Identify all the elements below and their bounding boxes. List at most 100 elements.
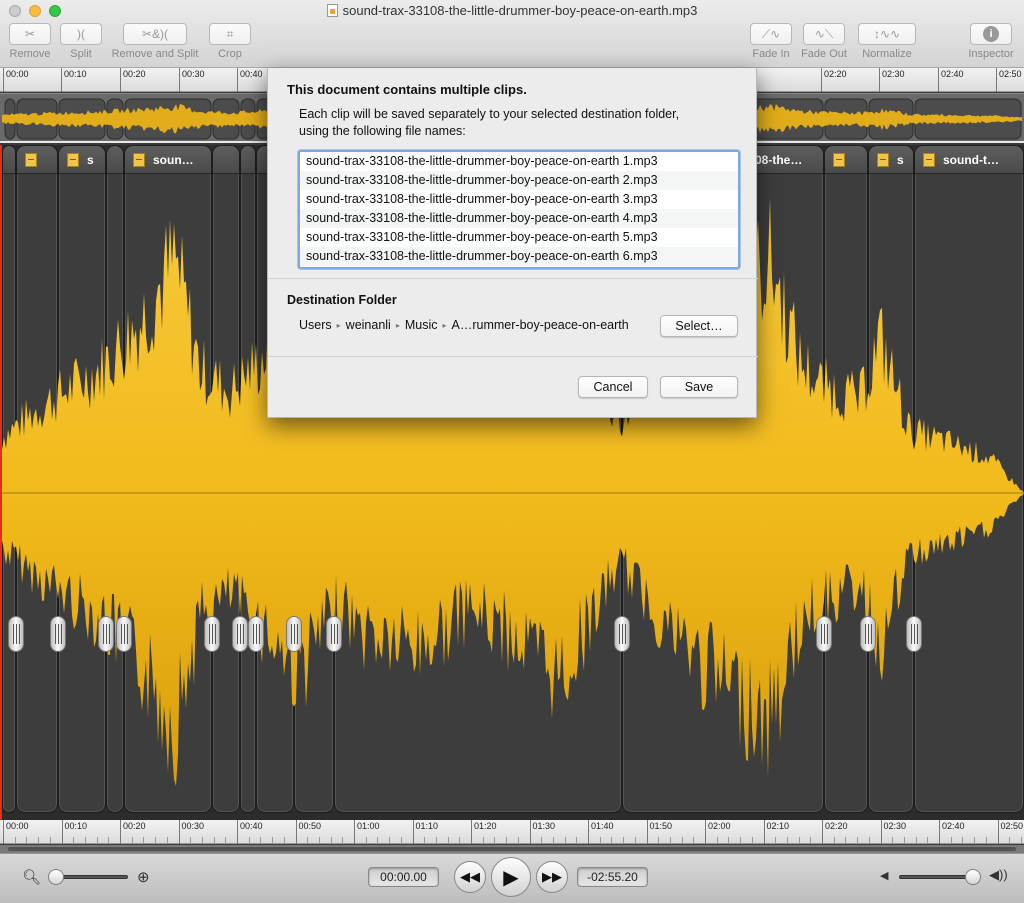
split-label: Split: [70, 48, 92, 60]
ruler-minor-tick: [974, 837, 976, 843]
clip[interactable]: [212, 145, 240, 813]
clip[interactable]: s: [868, 145, 914, 813]
ruler-minor-tick: [131, 837, 133, 843]
normalize-icon: ↕∿∿: [858, 23, 916, 45]
split-handle[interactable]: [114, 616, 134, 652]
ruler-minor-tick: [424, 837, 426, 843]
ruler-minor-tick: [681, 837, 683, 843]
remove-button[interactable]: ✂ Remove: [7, 23, 53, 60]
file-name-row[interactable]: sound-trax-33108-the-little-drummer-boy-…: [300, 152, 738, 171]
ruler-minor-tick: [728, 837, 730, 843]
ruler-minor-tick: [810, 837, 812, 843]
inspector-button[interactable]: i Inspector: [966, 23, 1016, 60]
zoom-slider-knob[interactable]: [48, 869, 64, 885]
split-handle[interactable]: [202, 616, 222, 652]
ruler-minor-tick: [541, 837, 543, 843]
ruler-tick: 00:10: [61, 820, 87, 844]
zoom-out-icon[interactable]: 🔍︎: [22, 868, 41, 886]
split-handle[interactable]: [246, 616, 266, 652]
save-button[interactable]: Save: [660, 376, 738, 398]
normalize-button[interactable]: ↕∿∿ Normalize: [858, 23, 916, 60]
fade-in-icon: ⟋∿: [750, 23, 792, 45]
clip[interactable]: [106, 145, 124, 813]
ruler-tick: 01:10: [412, 820, 438, 844]
destination-path: Users ▸ weinanli ▸ Music ▸ A…rummer-boy-peace-…: [299, 318, 629, 332]
path-component: weinanli: [345, 318, 391, 332]
ruler-minor-tick: [143, 837, 145, 843]
clip[interactable]: [240, 145, 256, 813]
remove-and-split-label: Remove and Split: [111, 48, 199, 60]
rewind-button[interactable]: ◀◀: [454, 861, 486, 893]
window-title-text: sound-trax-33108-the-little-drummer-boy-…: [342, 3, 698, 18]
cancel-button[interactable]: Cancel: [578, 376, 648, 398]
file-name-row[interactable]: sound-trax-33108-the-little-drummer-boy-…: [300, 209, 738, 228]
audio-file-icon: [25, 153, 37, 167]
current-time-field: 00:00.00: [368, 867, 439, 887]
time-ruler-bottom[interactable]: 00:00 00:10 00:20 00:30 00:40 00:50 01:00 01:10…: [0, 820, 1024, 844]
split-handle[interactable]: [48, 616, 68, 652]
play-button[interactable]: ▶: [491, 857, 531, 897]
ruler-tick: 02:20: [822, 820, 848, 844]
crop-label: Crop: [218, 48, 242, 60]
split-handle[interactable]: [324, 616, 344, 652]
clip[interactable]: s: [58, 145, 106, 813]
split-handle[interactable]: [904, 616, 924, 652]
ruler-minor-tick: [786, 837, 788, 843]
save-multiple-clips-sheet: This document contains multiple clips. E…: [267, 68, 758, 418]
split-handle[interactable]: [6, 616, 26, 652]
playhead[interactable]: [0, 145, 2, 820]
fade-in-button[interactable]: ⟋∿ Fade In: [749, 23, 793, 60]
file-name-row[interactable]: sound-trax-33108-the-little-drummer-boy-…: [300, 171, 738, 190]
ruler-minor-tick: [213, 837, 215, 843]
ruler-minor-tick: [833, 837, 835, 843]
clip[interactable]: soun…: [124, 145, 212, 813]
ruler-minor-tick: [693, 837, 695, 843]
chevron-right-icon: ▸: [442, 321, 447, 330]
file-name-row[interactable]: sound-trax-33108-the-little-drummer-boy-…: [300, 228, 738, 247]
clip[interactable]: sound-t…: [914, 145, 1024, 813]
split-button[interactable]: )( Split: [59, 23, 103, 60]
split-handle[interactable]: [814, 616, 834, 652]
clip-name: sound-t…: [943, 153, 999, 167]
select-folder-button[interactable]: Select…: [660, 315, 738, 337]
fast-forward-button[interactable]: ▶▶: [536, 861, 568, 893]
ruler-minor-tick: [459, 837, 461, 843]
split-handle[interactable]: [612, 616, 632, 652]
ruler-minor-tick: [903, 837, 905, 843]
ruler-minor-tick: [166, 837, 168, 843]
ruler-minor-tick: [38, 837, 40, 843]
split-handle[interactable]: [96, 616, 116, 652]
scissors-split-icon: ✂&)(: [123, 23, 187, 45]
ruler-minor-tick: [201, 837, 203, 843]
ruler-minor-tick: [260, 837, 262, 843]
ruler-minor-tick: [96, 837, 98, 843]
zoom-in-icon[interactable]: ⊕: [137, 868, 150, 886]
fade-out-button[interactable]: ∿⟍ Fade Out: [800, 23, 848, 60]
ruler-minor-tick: [84, 837, 86, 843]
split-handle[interactable]: [858, 616, 878, 652]
ruler-tick: 01:50: [646, 820, 672, 844]
scrollbar-thumb[interactable]: [8, 847, 1016, 851]
chevron-right-icon: ▸: [336, 321, 341, 330]
clip[interactable]: [824, 145, 868, 813]
clip-name: soun…: [153, 153, 194, 167]
remove-and-split-button[interactable]: ✂&)( Remove and Split: [108, 23, 202, 60]
split-handle[interactable]: [284, 616, 304, 652]
ruler-minor-tick: [962, 837, 964, 843]
ruler-minor-tick: [669, 837, 671, 843]
file-name-list[interactable]: sound-trax-33108-the-little-drummer-boy-…: [298, 150, 740, 269]
horizontal-scrollbar[interactable]: [0, 845, 1024, 853]
volume-slider-knob[interactable]: [965, 869, 981, 885]
file-name-row[interactable]: sound-trax-33108-the-little-drummer-boy-…: [300, 190, 738, 209]
ruler-minor-tick: [248, 837, 250, 843]
remove-label: Remove: [9, 48, 51, 60]
ruler-minor-tick: [318, 837, 320, 843]
ruler-tick: 00:20: [120, 68, 146, 92]
clip[interactable]: [16, 145, 58, 813]
crop-button[interactable]: ⌗ Crop: [208, 23, 252, 60]
ruler-minor-tick: [73, 837, 75, 843]
ruler-minor-tick: [868, 837, 870, 843]
file-name-row[interactable]: sound-trax-33108-the-little-drummer-boy-…: [300, 247, 738, 266]
clip[interactable]: [2, 145, 16, 813]
ruler-minor-tick: [272, 837, 274, 843]
